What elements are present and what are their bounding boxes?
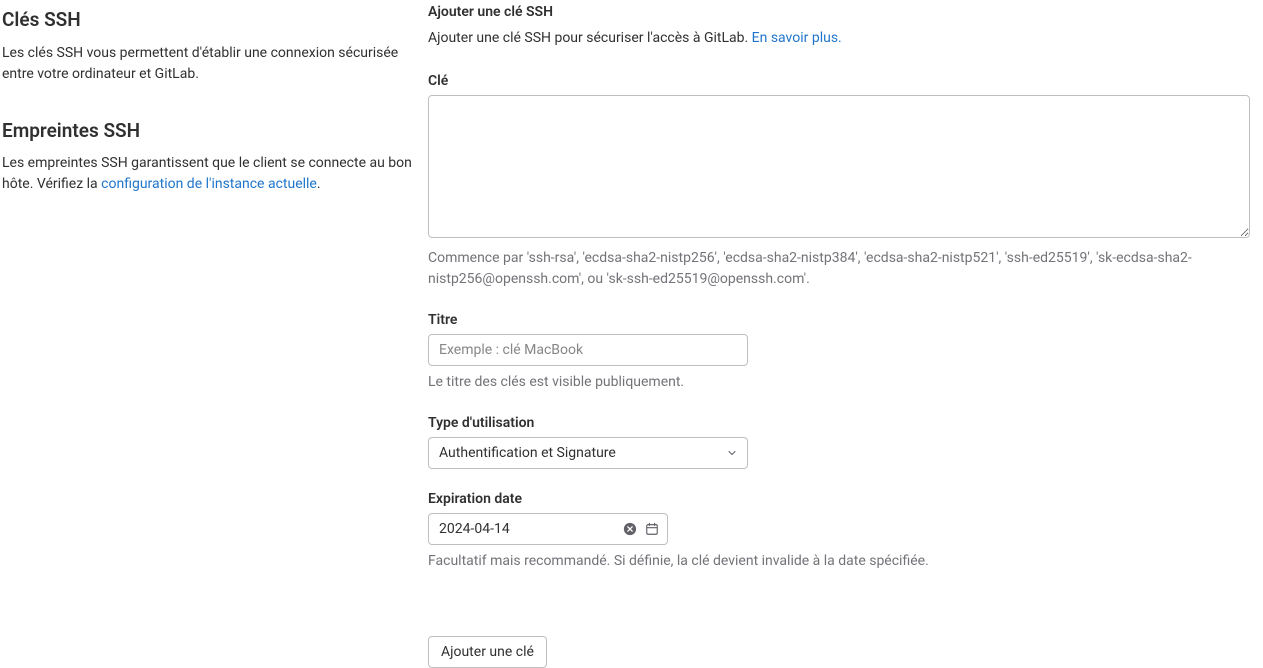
- add-ssh-key-intro: Ajouter une clé SSH pour sécuriser l'acc…: [428, 28, 1251, 49]
- expiration-field-group: Expiration date: [428, 491, 1251, 572]
- expiration-help-text: Facultatif mais recommandé. Si définie, …: [428, 551, 1250, 572]
- title-field-group: Titre Le titre des clés est visible publ…: [428, 312, 1251, 393]
- calendar-icon[interactable]: [644, 521, 660, 537]
- ssh-keys-title: Clés SSH: [2, 8, 412, 33]
- key-help-text: Commence par 'ssh-rsa', 'ecdsa-sha2-nist…: [428, 248, 1250, 290]
- clear-icon[interactable]: [622, 521, 638, 537]
- title-help-text: Le titre des clés est visible publiqueme…: [428, 372, 1250, 393]
- usage-type-field-group: Type d'utilisation Authentification et S…: [428, 415, 1251, 469]
- key-field-group: Clé Commence par 'ssh-rsa', 'ecdsa-sha2-…: [428, 73, 1251, 290]
- ssh-fingerprints-desc-suffix: .: [317, 176, 321, 192]
- usage-type-label: Type d'utilisation: [428, 415, 1251, 431]
- usage-type-selected: Authentification et Signature: [439, 445, 616, 461]
- add-ssh-key-title: Ajouter une clé SSH: [428, 4, 1251, 20]
- instance-config-link[interactable]: configuration de l'instance actuelle: [101, 176, 317, 192]
- ssh-keys-description: Les clés SSH vous permettent d'établir u…: [2, 43, 412, 85]
- ssh-fingerprints-title: Empreintes SSH: [2, 119, 412, 144]
- title-label: Titre: [428, 312, 1251, 328]
- ssh-keys-section: Clés SSH Les clés SSH vous permettent d'…: [2, 8, 412, 85]
- key-textarea[interactable]: [428, 95, 1250, 238]
- expiration-label: Expiration date: [428, 491, 1251, 507]
- key-label: Clé: [428, 73, 1251, 89]
- learn-more-link[interactable]: En savoir plus.: [752, 30, 842, 46]
- ssh-fingerprints-description: Les empreintes SSH garantissent que le c…: [2, 153, 412, 195]
- usage-type-select[interactable]: Authentification et Signature: [428, 437, 748, 469]
- intro-text: Ajouter une clé SSH pour sécuriser l'acc…: [428, 30, 752, 46]
- title-input[interactable]: [428, 334, 748, 366]
- add-key-button[interactable]: Ajouter une clé: [428, 636, 547, 668]
- ssh-fingerprints-section: Empreintes SSH Les empreintes SSH garant…: [2, 119, 412, 196]
